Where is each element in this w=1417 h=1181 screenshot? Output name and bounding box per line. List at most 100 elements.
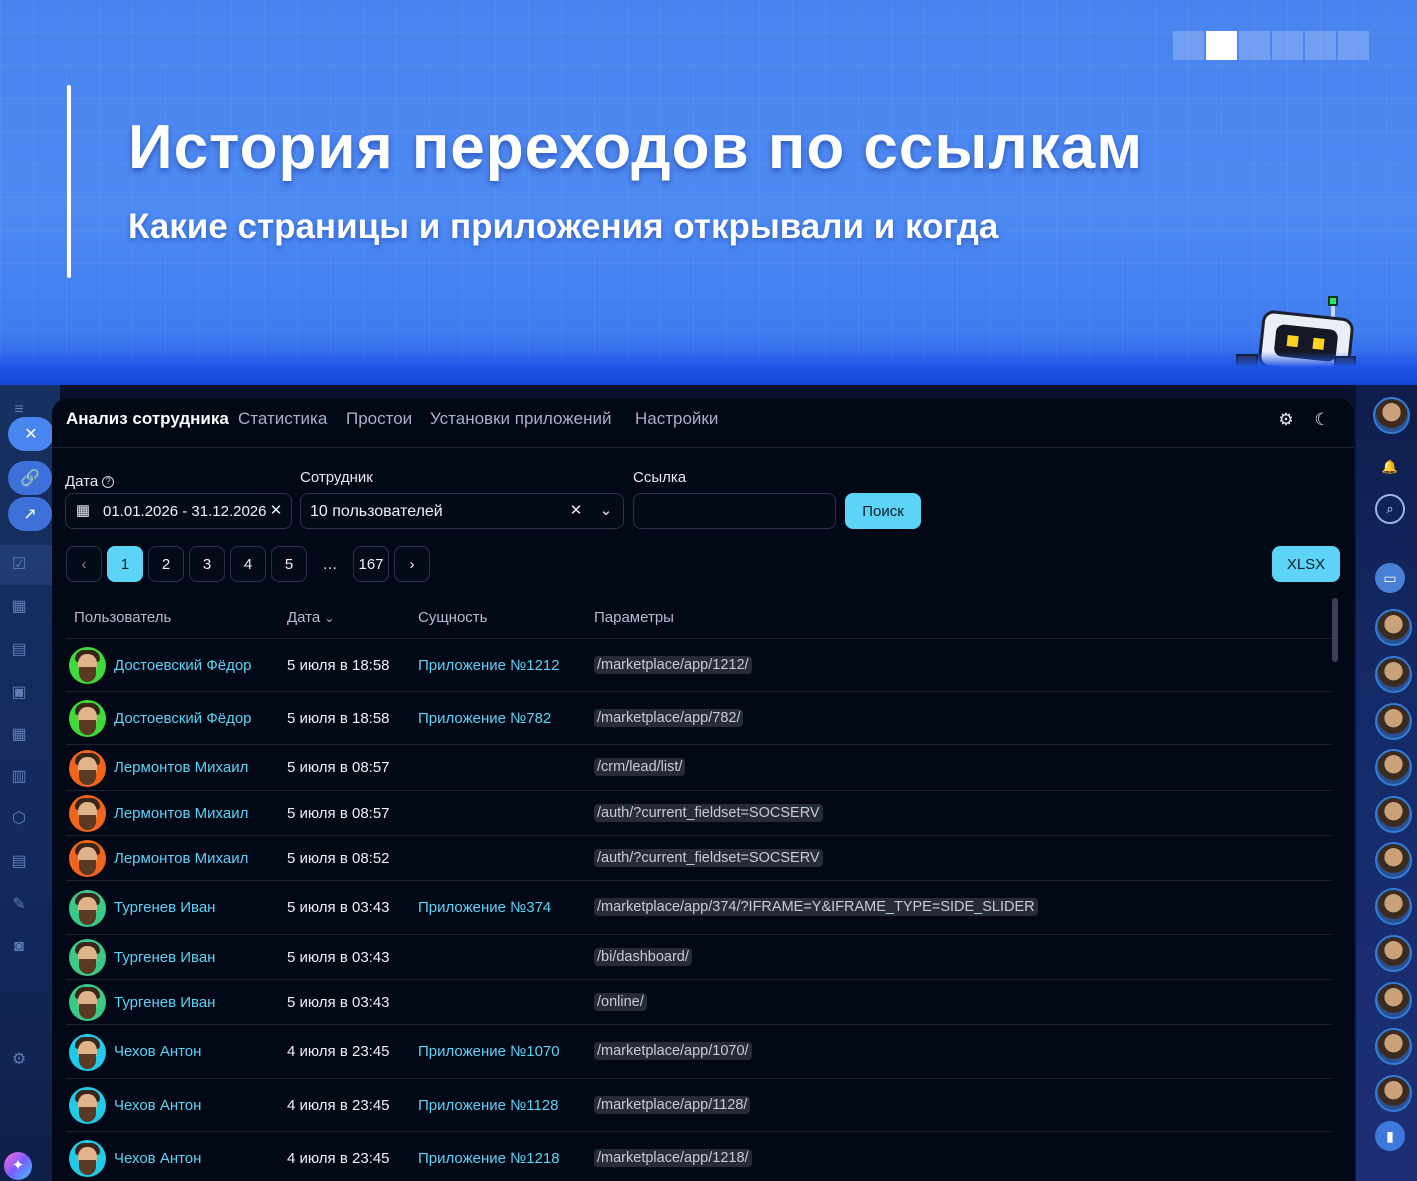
tab-employee-analysis[interactable]: Анализ сотрудника bbox=[66, 409, 229, 429]
gear-icon[interactable]: ⚙ bbox=[1276, 410, 1296, 430]
user-link[interactable]: Чехов Антон bbox=[114, 1097, 201, 1114]
close-button[interactable]: ✕ bbox=[8, 417, 54, 451]
user-avatar[interactable] bbox=[69, 939, 106, 976]
contact-avatar[interactable] bbox=[1375, 888, 1412, 925]
contact-avatar[interactable] bbox=[1375, 982, 1412, 1019]
search-button[interactable]: Поиск bbox=[845, 493, 921, 529]
entity-link[interactable]: Приложение №1212 bbox=[418, 657, 560, 674]
moon-icon[interactable]: ☾ bbox=[1312, 410, 1332, 430]
table-row[interactable]: Лермонтов Михаил 5 июля в 08:57/crm/lead/… bbox=[66, 745, 1331, 791]
table-row[interactable]: Тургенев Иван 5 июля в 03:43 Приложение №3… bbox=[66, 881, 1331, 935]
chat-icon[interactable]: ▭ bbox=[1375, 563, 1405, 593]
user-link[interactable]: Лермонтов Михаил bbox=[114, 759, 248, 776]
user-link[interactable]: Лермонтов Михаил bbox=[114, 805, 248, 822]
file-edit-icon[interactable]: ▤ bbox=[9, 852, 29, 872]
table-row[interactable]: Лермонтов Михаил 5 июля в 08:52/auth/?cur… bbox=[66, 836, 1331, 881]
date-range-field[interactable]: ▦ 01.01.2026 - 31.12.2026 ✕ bbox=[65, 493, 292, 529]
entity-link[interactable]: Приложение №1070 bbox=[418, 1043, 560, 1060]
tab-app-installs[interactable]: Установки приложений bbox=[430, 409, 611, 429]
table-row[interactable]: Тургенев Иван 5 июля в 03:43/bi/dashboard… bbox=[66, 935, 1331, 980]
sparkle-icon[interactable]: ✦ bbox=[4, 1152, 32, 1180]
contact-avatar[interactable] bbox=[1375, 609, 1412, 646]
slide-dot[interactable] bbox=[1305, 31, 1336, 60]
external-link-button[interactable]: ↗ bbox=[8, 497, 52, 531]
export-xlsx-button[interactable]: XLSX bbox=[1272, 546, 1340, 582]
page-button[interactable]: 5 bbox=[271, 546, 307, 582]
employee-select[interactable]: 10 пользователей ✕ ⌄ bbox=[300, 493, 624, 529]
user-link[interactable]: Достоевский Фёдор bbox=[114, 657, 252, 674]
help-icon[interactable]: ? bbox=[102, 476, 115, 489]
chart-icon[interactable]: ▥ bbox=[9, 767, 29, 787]
contact-avatar[interactable] bbox=[1375, 1075, 1412, 1112]
table-row[interactable]: Достоевский Фёдор 5 июля в 18:58 Приложени… bbox=[66, 692, 1331, 745]
checkbox-icon[interactable]: ☑ bbox=[9, 555, 29, 575]
building-icon[interactable]: ▦ bbox=[9, 597, 29, 617]
search-icon[interactable]: ⌕ bbox=[1375, 494, 1405, 524]
slide-dot[interactable] bbox=[1338, 31, 1369, 60]
entity-link[interactable]: Приложение №782 bbox=[418, 710, 551, 727]
document-icon[interactable]: ▤ bbox=[9, 640, 29, 660]
slide-dot[interactable] bbox=[1173, 31, 1204, 60]
contact-avatar[interactable] bbox=[1375, 703, 1412, 740]
robot-icon[interactable]: ◙ bbox=[9, 937, 29, 957]
contact-avatar[interactable] bbox=[1375, 935, 1412, 972]
contact-avatar[interactable] bbox=[1375, 842, 1412, 879]
table-row[interactable]: Достоевский Фёдор 5 июля в 18:58 Приложени… bbox=[66, 639, 1331, 692]
user-link[interactable]: Тургенев Иван bbox=[114, 994, 215, 1011]
user-avatar[interactable] bbox=[69, 795, 106, 832]
slide-dot-active[interactable] bbox=[1206, 31, 1237, 60]
link-input[interactable] bbox=[633, 493, 836, 529]
contact-avatar[interactable] bbox=[1375, 796, 1412, 833]
contact-avatar[interactable] bbox=[1375, 749, 1412, 786]
table-scrollbar[interactable] bbox=[1332, 598, 1338, 662]
contact-avatar[interactable] bbox=[1375, 1028, 1412, 1065]
user-avatar[interactable] bbox=[69, 1140, 106, 1177]
user-avatar[interactable] bbox=[69, 840, 106, 877]
tab-statistics[interactable]: Статистика bbox=[238, 409, 327, 429]
user-link[interactable]: Чехов Антон bbox=[114, 1043, 201, 1060]
current-user-avatar[interactable] bbox=[1373, 397, 1410, 434]
close-icon[interactable]: ✕ bbox=[567, 502, 585, 520]
pen-icon[interactable]: ✎ bbox=[9, 895, 29, 915]
user-avatar[interactable] bbox=[69, 647, 106, 684]
table-row[interactable]: Чехов Антон 4 июля в 23:45 Приложение №112… bbox=[66, 1079, 1331, 1132]
user-avatar[interactable] bbox=[69, 1087, 106, 1124]
slide-dot[interactable] bbox=[1239, 31, 1270, 60]
user-avatar[interactable] bbox=[69, 889, 106, 927]
link-button[interactable]: 🔗 bbox=[8, 461, 52, 495]
user-link[interactable]: Достоевский Фёдор bbox=[114, 710, 252, 727]
user-link[interactable]: Тургенев Иван bbox=[114, 899, 215, 916]
user-link[interactable]: Чехов Антон bbox=[114, 1150, 201, 1167]
table-row[interactable]: Чехов Антон 4 июля в 23:45 Приложение №107… bbox=[66, 1025, 1331, 1079]
contact-avatar[interactable] bbox=[1375, 656, 1412, 693]
user-avatar[interactable] bbox=[69, 984, 106, 1021]
bell-icon[interactable]: 🔔 bbox=[1375, 452, 1405, 482]
hexagon-icon[interactable]: ⬡ bbox=[9, 809, 29, 829]
close-icon[interactable]: ✕ bbox=[267, 502, 285, 520]
entity-link[interactable]: Приложение №1128 bbox=[418, 1097, 559, 1114]
entity-link[interactable]: Приложение №374 bbox=[418, 899, 551, 916]
chevron-down-icon[interactable]: ⌄ bbox=[597, 502, 615, 520]
page-button[interactable]: 3 bbox=[189, 546, 225, 582]
board-icon[interactable]: ▣ bbox=[9, 683, 29, 703]
next-page-button[interactable]: › bbox=[394, 546, 430, 582]
page-button[interactable]: 1 bbox=[107, 546, 143, 582]
bookmark-icon[interactable]: ▮ bbox=[1375, 1121, 1405, 1151]
slide-dot[interactable] bbox=[1272, 31, 1303, 60]
page-button[interactable]: 2 bbox=[148, 546, 184, 582]
user-avatar[interactable] bbox=[69, 700, 106, 737]
page-button[interactable]: 167 bbox=[353, 546, 389, 582]
table-row[interactable]: Лермонтов Михаил 5 июля в 08:57/auth/?cur… bbox=[66, 791, 1331, 836]
table-row[interactable]: Чехов Антон 4 июля в 23:45 Приложение №121… bbox=[66, 1132, 1331, 1181]
page-button[interactable]: 4 bbox=[230, 546, 266, 582]
user-avatar[interactable] bbox=[69, 749, 106, 787]
user-avatar[interactable] bbox=[69, 1033, 106, 1071]
tab-settings[interactable]: Настройки bbox=[635, 409, 718, 429]
tab-downtime[interactable]: Простои bbox=[346, 409, 412, 429]
user-link[interactable]: Тургенев Иван bbox=[114, 949, 215, 966]
user-link[interactable]: Лермонтов Михаил bbox=[114, 850, 248, 867]
calendar-icon[interactable]: ▦ bbox=[9, 725, 29, 745]
column-date[interactable]: Дата ⌄ bbox=[287, 609, 334, 626]
gear-icon[interactable]: ⚙ bbox=[9, 1050, 29, 1070]
entity-link[interactable]: Приложение №1218 bbox=[418, 1150, 560, 1167]
